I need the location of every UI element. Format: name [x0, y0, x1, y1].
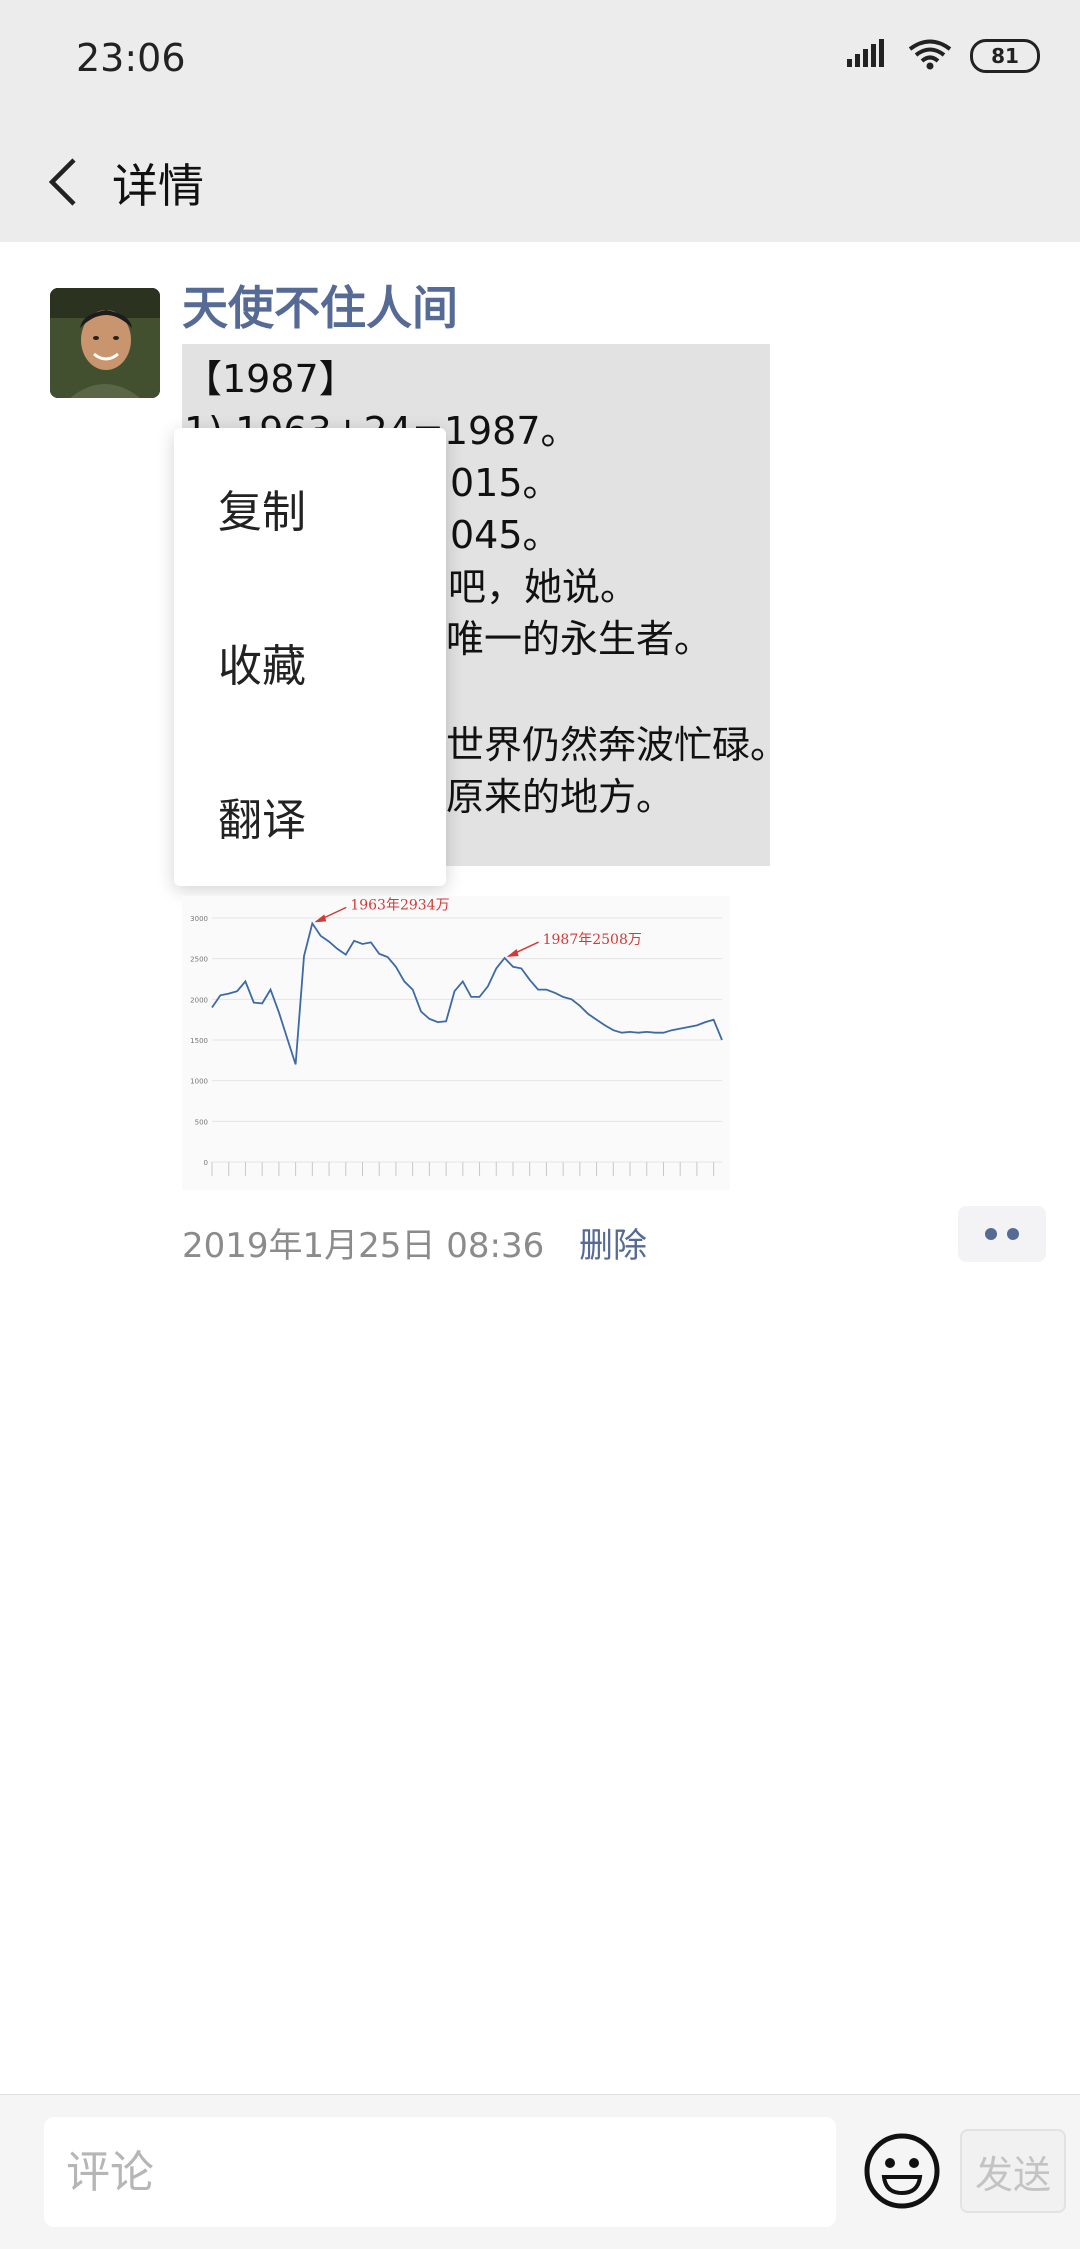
chart-ytick-label: 500	[195, 1118, 208, 1126]
chart-ytick-label: 2000	[190, 996, 208, 1004]
status-time: 23:06	[76, 36, 186, 80]
post-image-chart[interactable]: 0 500 1000 1500 2000 2500 3000 1963年2934万 1987年2…	[182, 896, 730, 1190]
chart-ytick-label: 1000	[190, 1078, 208, 1086]
more-actions-button[interactable]	[958, 1206, 1046, 1262]
emoji-button[interactable]	[862, 2131, 942, 2211]
back-arrow-icon	[48, 158, 76, 206]
chart-ytick-label: 2500	[190, 956, 208, 964]
signal-icon	[846, 39, 890, 73]
wifi-icon	[908, 38, 952, 74]
chart-annotation-label: 1963年2934万	[350, 897, 449, 913]
page-title: 详情	[112, 159, 204, 213]
context-menu: 复制 收藏 翻译	[174, 428, 446, 886]
post-line: 吧，她说。	[448, 565, 639, 609]
menu-item-favorite[interactable]: 收藏	[218, 630, 306, 694]
dot-icon	[985, 1228, 997, 1240]
delete-button[interactable]: 删除	[579, 1226, 647, 1266]
post-line: 015。	[450, 461, 561, 505]
post-line: 045。	[450, 513, 561, 557]
menu-item-copy[interactable]: 复制	[218, 476, 306, 540]
send-button[interactable]: 发送	[960, 2129, 1066, 2213]
post-line: 原来的地方。	[446, 775, 675, 819]
comment-input[interactable]	[44, 2117, 836, 2227]
status-bar: 23:06 81	[0, 0, 1080, 120]
post-author[interactable]: 天使不住人间	[182, 272, 458, 338]
chart-background	[182, 896, 730, 1190]
post-line: 【1987】	[184, 357, 357, 401]
battery-icon: 81	[970, 39, 1040, 73]
chart-annotation-label: 1987年2508万	[543, 932, 642, 948]
post-meta: 2019年1月25日 08:36 删除	[182, 1218, 647, 1267]
post-line: 世界仍然奔波忙碌。	[446, 723, 789, 767]
title-bar: 详情	[0, 120, 1080, 242]
post-timestamp: 2019年1月25日 08:36	[182, 1226, 545, 1266]
back-button[interactable]	[26, 144, 102, 220]
chart-ytick-label: 1500	[190, 1037, 208, 1045]
status-icons: 81	[846, 38, 1040, 74]
dot-icon	[1007, 1228, 1019, 1240]
chart-ytick-label: 3000	[190, 915, 208, 923]
avatar[interactable]	[50, 288, 160, 398]
emoji-icon	[864, 2133, 940, 2209]
post-line: 唯一的永生者。	[446, 617, 713, 661]
comment-bar: 发送	[0, 2094, 1080, 2249]
menu-item-translate[interactable]: 翻译	[218, 784, 306, 848]
chart-ytick-label: 0	[204, 1159, 208, 1167]
